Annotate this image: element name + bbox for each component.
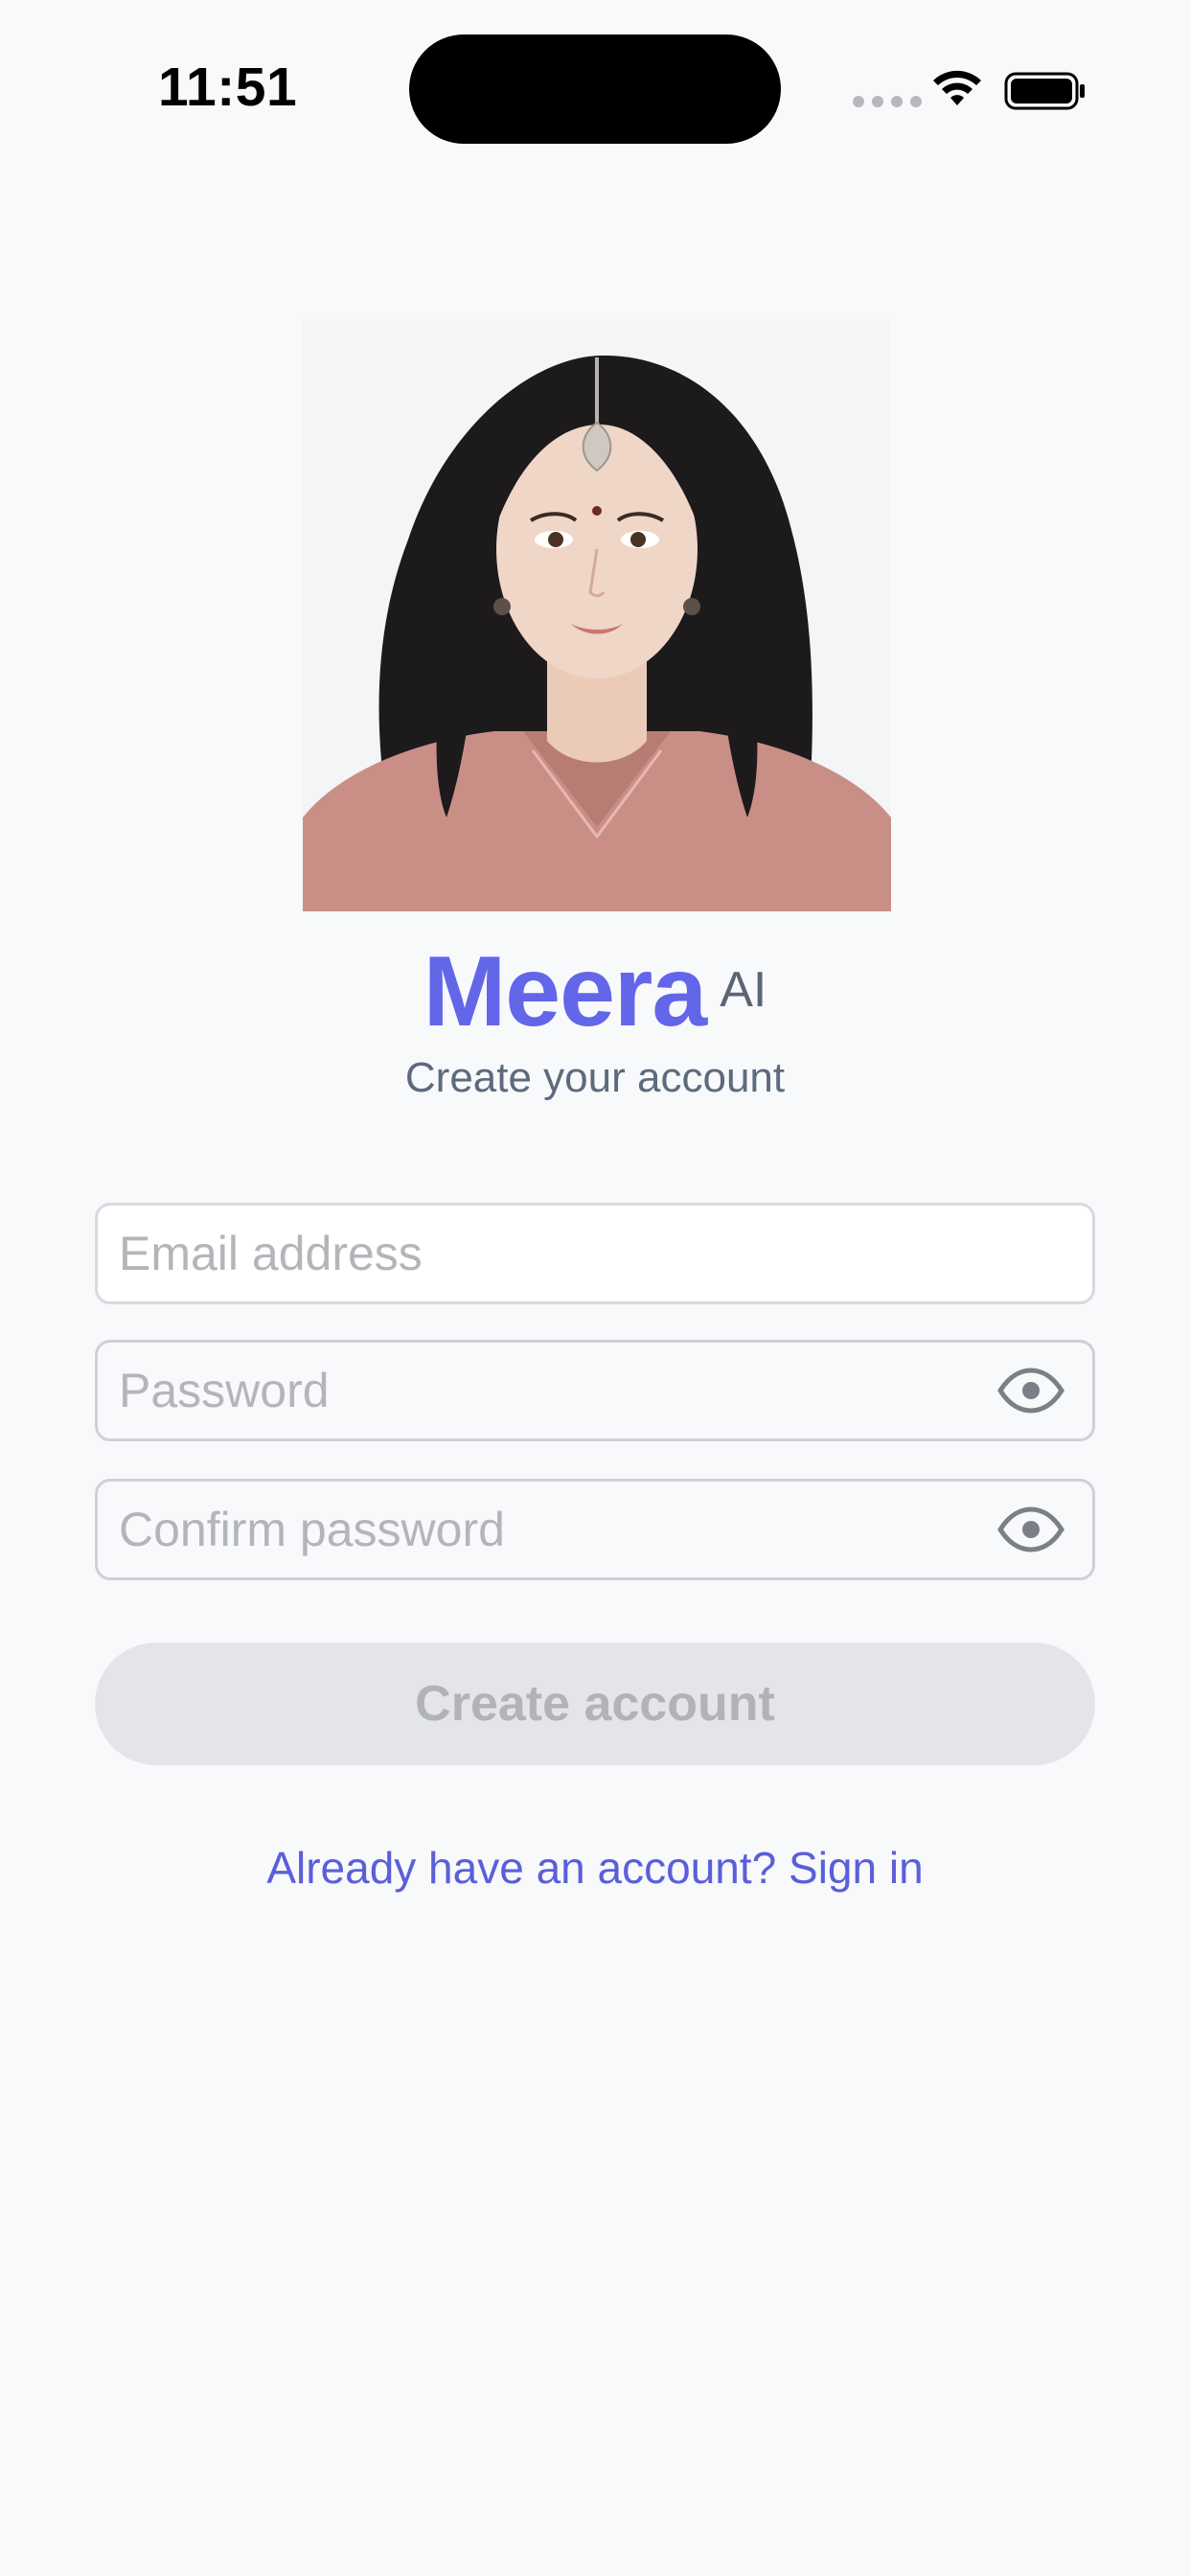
password-field-container (95, 1340, 1095, 1441)
cellular-signal-icon (853, 96, 922, 107)
brand-name: Meera (423, 936, 708, 1047)
page-subtitle: Create your account (404, 1054, 786, 1101)
email-field-container (95, 1203, 1095, 1304)
create-account-button[interactable]: Create account (95, 1643, 1095, 1765)
confirm-password-field-container (95, 1479, 1095, 1580)
battery-icon (1004, 72, 1085, 110)
status-time: 11:51 (158, 57, 298, 118)
dynamic-island (409, 34, 781, 144)
eye-icon[interactable] (996, 1506, 1065, 1552)
email-field[interactable] (119, 1226, 1071, 1281)
brand-logo: Meera AI (0, 934, 1190, 1049)
confirm-password-field[interactable] (119, 1502, 985, 1557)
brand-suffix: AI (720, 962, 767, 1018)
eye-icon[interactable] (996, 1368, 1065, 1414)
signup-screen: 11:51 Meera AI Create your account Email… (0, 0, 1190, 2576)
wifi-icon (933, 70, 981, 105)
profile-portrait-image (303, 319, 891, 911)
sign-in-link[interactable]: Already have an account? Sign in (0, 1842, 1190, 1894)
password-field[interactable] (119, 1363, 985, 1418)
